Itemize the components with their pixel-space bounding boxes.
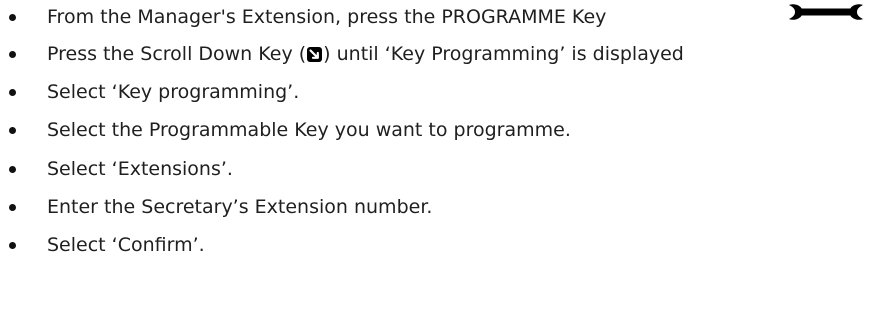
step-text: Select ‘Extensions’. <box>47 158 233 180</box>
list-item: Select ‘Confirm’. <box>0 230 895 260</box>
step-text: Select the Programmable Key you want to … <box>47 119 571 141</box>
step-text: From the Manager's Extension, press the … <box>47 6 607 28</box>
step-text-before: Press the Scroll Down Key ( <box>47 43 307 65</box>
list-item: Press the Scroll Down Key ( ) until ‘Key … <box>0 39 895 69</box>
step-text: Select ‘Key programming’. <box>47 81 300 103</box>
step-text-after: ) until ‘Key Programming’ is displayed <box>323 43 684 65</box>
bullet-icon <box>9 242 16 249</box>
bullet-icon <box>9 166 16 173</box>
step-text: Press the Scroll Down Key ( ) until ‘Key … <box>47 39 684 69</box>
list-item: From the Manager's Extension, press the … <box>0 2 895 32</box>
wrench-icon <box>789 4 863 20</box>
scroll-down-arrow-icon <box>307 47 323 62</box>
list-item: Enter the Secretary’s Extension number. <box>0 192 895 222</box>
bullet-icon <box>9 127 16 134</box>
list-item: Select the Programmable Key you want to … <box>0 115 895 145</box>
step-text: Enter the Secretary’s Extension number. <box>47 196 433 218</box>
bullet-icon <box>9 89 16 96</box>
bullet-icon <box>9 51 16 58</box>
bullet-icon <box>9 204 16 211</box>
bullet-icon <box>9 14 16 21</box>
list-item: Select ‘Key programming’. <box>0 77 895 107</box>
step-text: Select ‘Confirm’. <box>47 234 205 256</box>
list-item: Select ‘Extensions’. <box>0 154 895 184</box>
